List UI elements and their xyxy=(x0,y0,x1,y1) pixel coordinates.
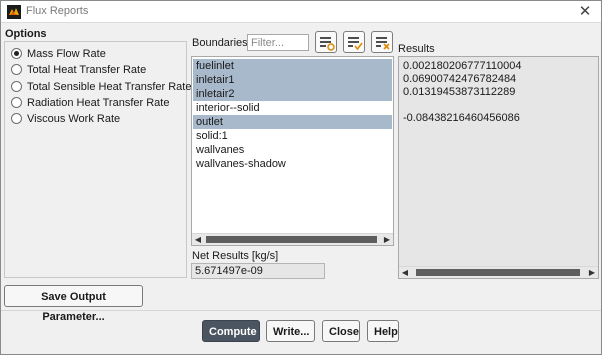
results-text-area[interactable]: 0.002180206777110004 0.06900742476782484… xyxy=(398,56,599,279)
radio-label: Total Heat Transfer Rate xyxy=(27,63,147,76)
net-results-value: 5.671497e-09 xyxy=(191,263,325,279)
scroll-right-arrow-icon[interactable]: ▶ xyxy=(586,267,598,279)
deselect-all-icon xyxy=(376,37,390,50)
fluent-app-icon xyxy=(7,5,21,19)
radio-button[interactable] xyxy=(11,81,22,92)
radio-viscous-work-rate[interactable]: Viscous Work Rate xyxy=(11,111,120,126)
boundaries-list[interactable]: fuelinlet inletair1 inletair2 interior--… xyxy=(191,56,394,246)
radio-button[interactable] xyxy=(11,97,22,108)
radio-button[interactable] xyxy=(11,113,22,124)
list-item[interactable]: solid:1 xyxy=(193,129,392,143)
list-item[interactable]: fuelinlet xyxy=(193,59,392,73)
scrollbar-thumb[interactable] xyxy=(416,269,580,276)
scroll-left-arrow-icon[interactable]: ◀ xyxy=(399,267,411,279)
radio-total-heat-transfer-rate[interactable]: Total Heat Transfer Rate xyxy=(11,62,146,77)
check-list-button[interactable] xyxy=(343,31,365,53)
deselect-all-button[interactable] xyxy=(371,31,393,53)
radio-label: Viscous Work Rate xyxy=(27,112,121,125)
result-line: -0.08438216460456086 xyxy=(403,112,520,124)
results-horizontal-scrollbar[interactable]: ◀ ▶ xyxy=(399,266,598,278)
check-list-icon xyxy=(348,37,363,51)
radio-button[interactable] xyxy=(11,64,22,75)
radio-label: Radiation Heat Transfer Rate xyxy=(27,96,170,109)
results-label: Results xyxy=(398,43,435,55)
radio-total-sensible-heat-transfer-rate[interactable]: Total Sensible Heat Transfer Rate xyxy=(11,79,191,94)
scroll-left-arrow-icon[interactable]: ◀ xyxy=(192,234,204,246)
select-all-icon xyxy=(320,37,335,51)
list-item[interactable]: inletair2 xyxy=(193,87,392,101)
radio-label: Total Sensible Heat Transfer Rate xyxy=(27,80,192,93)
boundaries-horizontal-scrollbar[interactable]: ◀ ▶ xyxy=(192,233,393,245)
result-line: 0.06900742476782484 xyxy=(403,73,517,85)
radio-mass-flow-rate[interactable]: Mass Flow Rate xyxy=(11,46,106,61)
write-button[interactable]: Write... xyxy=(266,320,315,342)
result-line: 0.002180206777110004 xyxy=(403,60,522,72)
boundaries-label: Boundaries xyxy=(192,37,248,49)
scrollbar-thumb[interactable] xyxy=(206,236,377,243)
list-item[interactable]: outlet xyxy=(193,115,392,129)
save-output-parameter-button[interactable]: Save Output Parameter... xyxy=(4,285,143,323)
select-all-button[interactable] xyxy=(315,31,337,53)
list-item[interactable]: wallvanes xyxy=(193,143,392,157)
radio-label: Mass Flow Rate xyxy=(27,47,106,60)
options-title: Options xyxy=(5,28,47,40)
radio-radiation-heat-transfer-rate[interactable]: Radiation Heat Transfer Rate xyxy=(11,95,169,110)
close-button[interactable]: Close xyxy=(322,320,360,342)
title-bar: Flux Reports ✕ xyxy=(1,1,601,23)
compute-button[interactable]: Compute xyxy=(202,320,260,342)
list-item[interactable]: wallvanes-shadow xyxy=(193,157,392,171)
boundaries-filter-input[interactable] xyxy=(247,34,309,51)
net-results-label: Net Results [kg/s] xyxy=(192,250,279,262)
help-button[interactable]: Help xyxy=(367,320,399,342)
close-icon[interactable]: ✕ xyxy=(575,2,595,22)
window-title: Flux Reports xyxy=(26,5,89,17)
flux-reports-dialog: Flux Reports ✕ Options Mass Flow Rate To… xyxy=(0,0,602,355)
scroll-right-arrow-icon[interactable]: ▶ xyxy=(381,234,393,246)
divider xyxy=(1,310,601,311)
list-item[interactable]: inletair1 xyxy=(193,73,392,87)
list-item[interactable]: interior--solid xyxy=(193,101,392,115)
radio-button[interactable] xyxy=(11,48,22,59)
result-line: 0.01319453873112289 xyxy=(403,86,516,98)
